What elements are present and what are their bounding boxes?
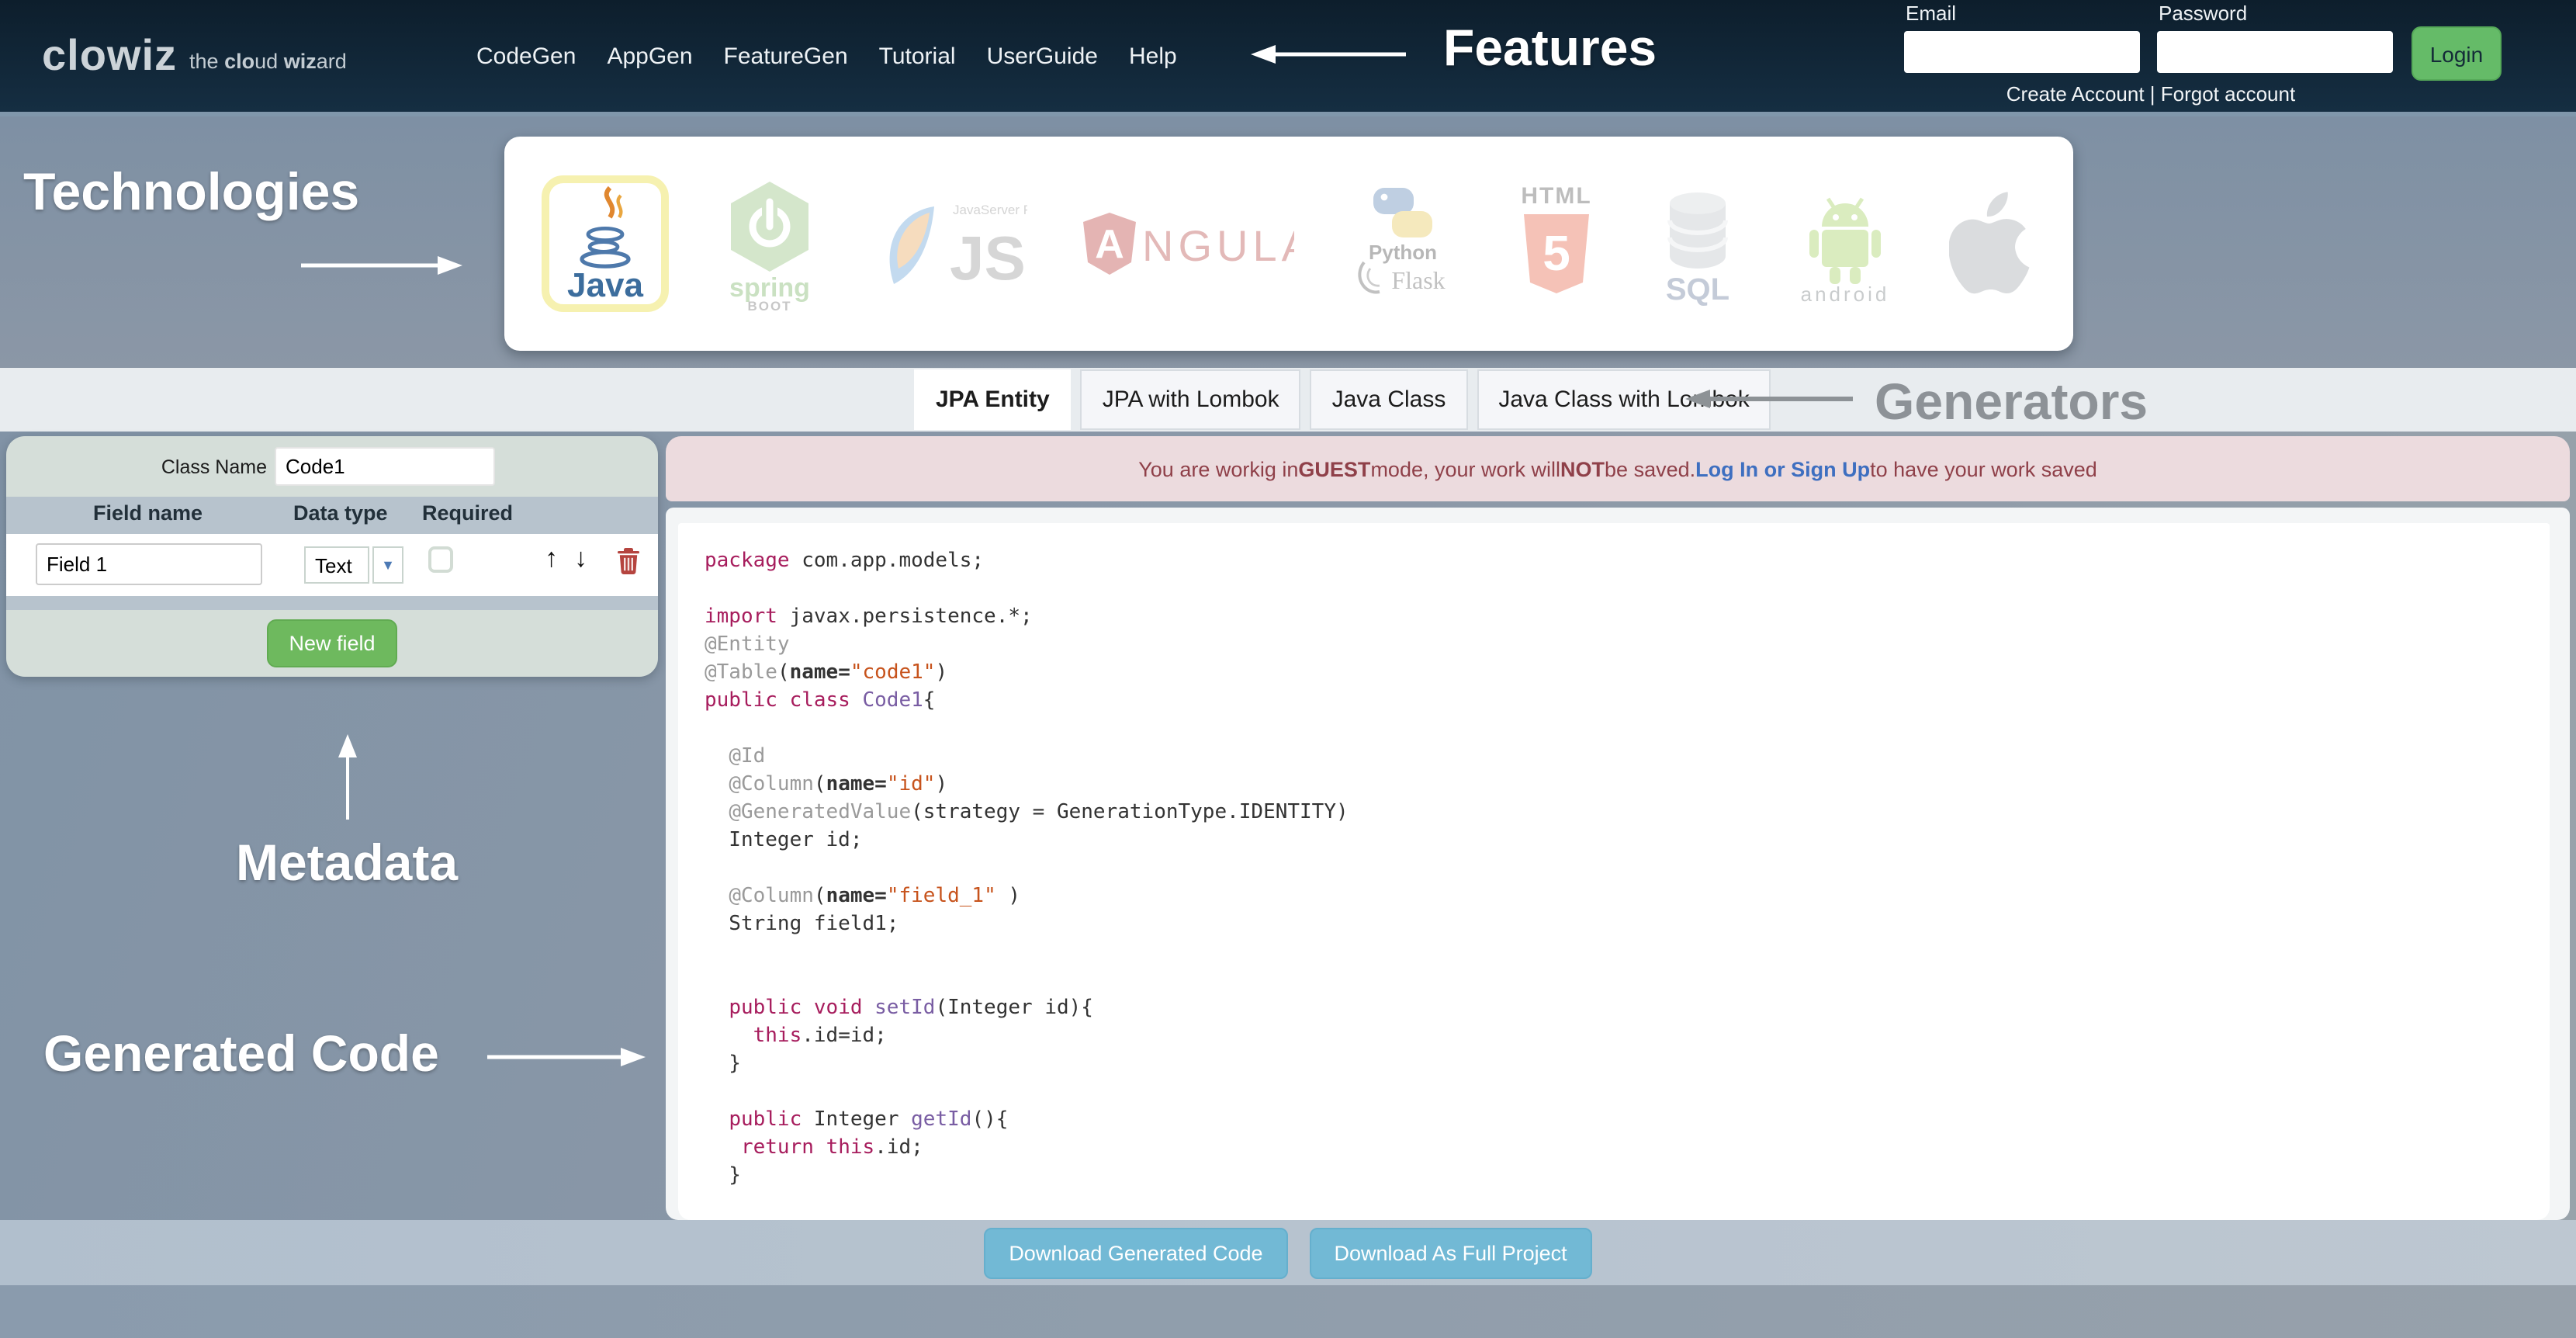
generators-strip: JPA Entity JPA with Lombok Java Class Ja… bbox=[0, 368, 2576, 432]
html5-logo-icon: HTML 5 bbox=[1521, 183, 1591, 293]
field-row: Text ▼ ↑ ↓ bbox=[6, 534, 658, 596]
main-content: Class Name Field name Data type Required… bbox=[0, 432, 2576, 1220]
login-button[interactable]: Login bbox=[2412, 26, 2502, 81]
generated-code-panel: package com.app.models; import javax.per… bbox=[666, 508, 2570, 1220]
footer-band bbox=[0, 1285, 2576, 1338]
data-type-select[interactable]: Text ▼ bbox=[304, 546, 403, 584]
generated-code-right-arrow-icon bbox=[487, 1048, 646, 1066]
generated-code-annotation: Generated Code bbox=[43, 1024, 439, 1082]
field-name-input[interactable] bbox=[36, 543, 262, 585]
svg-text:Java: Java bbox=[567, 266, 643, 303]
column-field-name: Field name bbox=[93, 501, 203, 525]
jsf-logo-icon: JavaServer Faces JSF bbox=[889, 203, 1027, 293]
download-bar: Download Generated Code Download As Full… bbox=[0, 1220, 2576, 1285]
generators-left-arrow-icon bbox=[1685, 390, 1853, 408]
technologies-band: Technologies Java spring BOOT JavaServer… bbox=[0, 116, 2576, 368]
metadata-footer: New field bbox=[6, 610, 658, 677]
email-label: Email bbox=[1906, 2, 1957, 25]
svg-text:JSF: JSF bbox=[950, 224, 1027, 293]
svg-text:BOOT: BOOT bbox=[748, 299, 792, 312]
tab-java-class[interactable]: Java Class bbox=[1310, 369, 1468, 430]
features-annotation: Features bbox=[1443, 19, 1657, 76]
features-left-arrow-icon bbox=[1251, 45, 1406, 64]
tech-icon-angular[interactable]: A NGULAR bbox=[1080, 210, 1294, 278]
spring-boot-logo-icon: spring BOOT bbox=[730, 182, 811, 312]
fields-table-header: Field name Data type Required bbox=[6, 497, 658, 534]
technologies-right-arrow-icon bbox=[301, 256, 462, 275]
class-name-input[interactable] bbox=[275, 447, 495, 486]
apple-logo-icon bbox=[1949, 192, 2030, 294]
svg-text:HTML: HTML bbox=[1521, 183, 1591, 209]
svg-text:A: A bbox=[1095, 222, 1124, 267]
class-name-row: Class Name bbox=[6, 436, 658, 497]
sql-logo-icon: SQL bbox=[1666, 192, 1730, 306]
generators-annotation: Generators bbox=[1875, 373, 2148, 430]
nav-item-codegen[interactable]: CodeGen bbox=[476, 43, 576, 69]
svg-text:android: android bbox=[1800, 283, 1889, 304]
nav-item-help[interactable]: Help bbox=[1129, 43, 1177, 69]
nav-item-tutorial[interactable]: Tutorial bbox=[879, 43, 956, 69]
column-required: Required bbox=[422, 501, 514, 525]
login-signup-link[interactable]: Log In or Sign Up bbox=[1695, 457, 1870, 480]
angular-logo-icon: A NGULAR bbox=[1083, 213, 1294, 275]
technologies-card: Java spring BOOT JavaServer Faces bbox=[504, 137, 2073, 351]
metadata-panel: Class Name Field name Data type Required… bbox=[6, 436, 658, 677]
download-full-project-button[interactable]: Download As Full Project bbox=[1309, 1227, 1592, 1278]
tech-icon-python-flask[interactable]: Python Flask bbox=[1348, 182, 1456, 306]
move-down-icon[interactable]: ↓ bbox=[574, 545, 587, 571]
svg-text:Flask: Flask bbox=[1390, 266, 1444, 294]
svg-text:JavaServer Faces: JavaServer Faces bbox=[953, 203, 1027, 217]
account-links[interactable]: Create Account | Forgot account bbox=[1904, 82, 2398, 106]
technologies-annotation: Technologies bbox=[23, 163, 360, 222]
download-generated-code-button[interactable]: Download Generated Code bbox=[984, 1227, 1288, 1278]
delete-field-icon[interactable] bbox=[618, 548, 639, 574]
java-logo-icon: Java bbox=[567, 185, 643, 303]
generated-code: package com.app.models; import javax.per… bbox=[678, 523, 2550, 1220]
brand-name: clowiz bbox=[42, 31, 178, 79]
tech-icon-jsf[interactable]: JavaServer Faces JSF bbox=[872, 194, 1027, 293]
tech-icon-sql[interactable]: SQL bbox=[1657, 182, 1740, 306]
metadata-up-arrow-icon bbox=[338, 734, 357, 820]
tech-icon-apple[interactable] bbox=[1949, 189, 2036, 298]
svg-text:NGULAR: NGULAR bbox=[1142, 221, 1294, 270]
tech-icon-html5[interactable]: HTML 5 bbox=[1510, 183, 1603, 304]
brand-tagline: the cloud wizard bbox=[189, 49, 347, 72]
password-field[interactable] bbox=[2157, 31, 2393, 73]
nav-item-appgen[interactable]: AppGen bbox=[607, 43, 692, 69]
python-flask-logo-icon: Python Flask bbox=[1357, 188, 1445, 294]
brand-logo[interactable]: clowiz the cloud wizard bbox=[42, 0, 347, 112]
class-name-label: Class Name bbox=[161, 456, 267, 477]
nav-menu: CodeGen AppGen FeatureGen Tutorial UserG… bbox=[476, 0, 1177, 112]
password-label: Password bbox=[2159, 2, 2248, 25]
tech-icon-android[interactable]: android bbox=[1793, 183, 1896, 304]
email-field[interactable] bbox=[1904, 31, 2140, 73]
tab-jpa-entity[interactable]: JPA Entity bbox=[914, 369, 1072, 430]
row-divider bbox=[6, 596, 658, 610]
chevron-down-icon[interactable]: ▼ bbox=[372, 546, 403, 584]
svg-text:5: 5 bbox=[1542, 225, 1570, 281]
svg-text:Python: Python bbox=[1368, 241, 1436, 264]
metadata-annotation: Metadata bbox=[236, 834, 459, 891]
nav-item-userguide[interactable]: UserGuide bbox=[987, 43, 1098, 69]
auth-area: Email Password Login Create Account | Fo… bbox=[1896, 0, 2564, 112]
data-type-value: Text bbox=[304, 546, 369, 584]
column-data-type: Data type bbox=[293, 501, 388, 525]
guest-mode-banner: You are workig in GUEST mode, your work … bbox=[666, 436, 2570, 501]
navbar: clowiz the cloud wizard CodeGen AppGen F… bbox=[0, 0, 2576, 112]
tech-icon-spring-boot[interactable]: spring BOOT bbox=[722, 175, 819, 312]
required-checkbox[interactable] bbox=[428, 546, 453, 573]
android-logo-icon: android bbox=[1800, 197, 1889, 304]
generator-tabs: JPA Entity JPA with Lombok Java Class Ja… bbox=[914, 369, 1771, 430]
new-field-button[interactable]: New field bbox=[267, 619, 397, 667]
tech-icon-java[interactable]: Java bbox=[542, 175, 669, 312]
svg-text:SQL: SQL bbox=[1666, 272, 1729, 306]
page: clowiz the cloud wizard CodeGen AppGen F… bbox=[0, 0, 2576, 1338]
tab-jpa-with-lombok[interactable]: JPA with Lombok bbox=[1080, 369, 1301, 430]
nav-item-featuregen[interactable]: FeatureGen bbox=[724, 43, 848, 69]
move-up-icon[interactable]: ↑ bbox=[545, 545, 558, 571]
